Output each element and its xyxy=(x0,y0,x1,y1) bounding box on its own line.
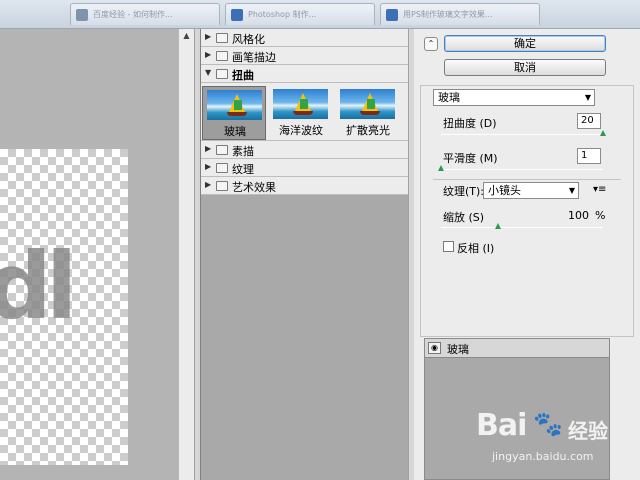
filter-thumb-diffuse-glow[interactable]: 扩散亮光 xyxy=(336,86,400,140)
category-sketch[interactable]: ▶ 素描 xyxy=(201,141,409,159)
thumbnail-image xyxy=(207,90,262,120)
scaling-value[interactable]: 100 xyxy=(565,209,589,222)
filter-select-value: 玻璃 xyxy=(438,91,460,104)
folder-icon xyxy=(216,33,228,43)
distort-thumbnails: 玻璃 海洋波纹 扩散亮光 xyxy=(201,83,409,141)
folder-icon xyxy=(216,145,228,155)
filter-gallery: ▶ 风格化 ▶ 画笔描边 ▼ 扭曲 玻璃 海洋波纹 扩散亮光 ▶ 素描 ▶ 纹理… xyxy=(200,29,409,480)
expand-arrow-icon: ▶ xyxy=(205,50,212,59)
category-label: 纹理 xyxy=(232,163,254,176)
divider xyxy=(433,179,621,180)
category-label: 艺术效果 xyxy=(232,181,276,194)
expand-arrow-icon: ▶ xyxy=(205,180,212,189)
folder-icon xyxy=(216,181,228,191)
filter-thumb-label: 海洋波纹 xyxy=(279,124,323,137)
distortion-slider-handle[interactable] xyxy=(600,130,606,136)
category-distort[interactable]: ▼ 扭曲 xyxy=(201,65,409,83)
distortion-slider[interactable] xyxy=(441,134,603,135)
effect-layer-name: 玻璃 xyxy=(447,343,469,356)
expand-arrow-icon: ▶ xyxy=(205,144,212,153)
browser-tab-title: 百度经验 - 如何制作... xyxy=(93,10,173,19)
preview-area[interactable]: dl xyxy=(0,29,178,480)
browser-tab[interactable]: 百度经验 - 如何制作... xyxy=(70,3,220,25)
browser-tab-title: Photoshop 制作... xyxy=(248,10,317,19)
chevron-down-icon: ▼ xyxy=(568,186,575,195)
cancel-button[interactable]: 取消 xyxy=(444,59,606,76)
filter-thumb-label: 扩散亮光 xyxy=(346,124,390,137)
preview-text: dl xyxy=(0,233,77,340)
effect-layer-row[interactable]: ◉ 玻璃 xyxy=(425,339,609,358)
thumbnail-image xyxy=(340,89,395,119)
eye-icon[interactable]: ◉ xyxy=(428,342,441,354)
collapse-arrow-icon: ▼ xyxy=(205,68,212,77)
smoothness-slider[interactable] xyxy=(441,169,603,170)
filter-thumb-glass[interactable]: 玻璃 xyxy=(202,86,266,140)
texture-menu-icon[interactable]: ▾≡ xyxy=(593,184,606,195)
smoothness-slider-handle[interactable] xyxy=(438,165,444,171)
folder-icon xyxy=(216,51,228,61)
filter-thumb-ocean-ripple[interactable]: 海洋波纹 xyxy=(269,86,333,140)
browser-tab-title: 用PS制作玻璃文字效果... xyxy=(403,10,493,19)
folder-open-icon xyxy=(216,69,228,79)
scroll-up-icon[interactable]: ▲ xyxy=(179,31,194,45)
category-brush-strokes[interactable]: ▶ 画笔描边 xyxy=(201,47,409,65)
category-texture[interactable]: ▶ 纹理 xyxy=(201,159,409,177)
ok-button[interactable]: 确定 xyxy=(444,35,606,52)
expand-arrow-icon: ▶ xyxy=(205,162,212,171)
page-icon xyxy=(76,9,88,21)
smoothness-input[interactable]: 1 xyxy=(577,148,601,164)
texture-select-value: 小镜头 xyxy=(488,184,521,197)
expand-arrow-icon: ▶ xyxy=(205,32,212,41)
distortion-label: 扭曲度 (D) xyxy=(443,117,497,130)
category-stylize[interactable]: ▶ 风格化 xyxy=(201,29,409,47)
texture-label: 纹理(T): xyxy=(443,185,485,198)
texture-select[interactable]: 小镜头 ▼ xyxy=(483,182,579,199)
category-label: 风格化 xyxy=(232,33,265,46)
distortion-input[interactable]: 20 xyxy=(577,113,601,129)
page-icon xyxy=(386,9,398,21)
filter-options: 玻璃 ▼ 扭曲度 (D) 20 平滑度 (M) 1 纹理(T): 小镜头 ▼ ▾… xyxy=(420,85,634,337)
options-panel: ⌃ 确定 取消 玻璃 ▼ 扭曲度 (D) 20 平滑度 (M) 1 纹理(T):… xyxy=(414,29,640,480)
category-label: 扭曲 xyxy=(232,69,254,82)
category-artistic[interactable]: ▶ 艺术效果 xyxy=(201,177,409,195)
scaling-slider[interactable] xyxy=(441,227,603,228)
chevron-down-icon: ▼ xyxy=(584,93,591,102)
filter-select[interactable]: 玻璃 ▼ xyxy=(433,89,595,106)
preview-scrollbar[interactable]: ▲ xyxy=(178,29,194,480)
thumbnail-image xyxy=(273,89,328,119)
scaling-slider-handle[interactable] xyxy=(494,223,501,229)
filter-thumb-label: 玻璃 xyxy=(224,125,246,138)
smoothness-label: 平滑度 (M) xyxy=(443,152,498,165)
category-label: 素描 xyxy=(232,145,254,158)
effect-layer-list: ◉ 玻璃 xyxy=(424,338,610,480)
invert-checkbox[interactable] xyxy=(443,241,454,252)
preview-canvas[interactable]: dl xyxy=(0,149,128,465)
page-icon xyxy=(231,9,243,21)
collapse-gallery-icon[interactable]: ⌃ xyxy=(424,37,438,51)
scaling-label: 缩放 (S) xyxy=(443,211,485,224)
invert-label: 反相 (I) xyxy=(457,242,495,255)
browser-tab[interactable]: Photoshop 制作... xyxy=(225,3,375,25)
category-label: 画笔描边 xyxy=(232,51,276,64)
folder-icon xyxy=(216,163,228,173)
scaling-unit: % xyxy=(595,209,606,222)
browser-tab[interactable]: 用PS制作玻璃文字效果... xyxy=(380,3,540,25)
browser-tab-strip: 百度经验 - 如何制作... Photoshop 制作... 用PS制作玻璃文字… xyxy=(0,0,640,29)
